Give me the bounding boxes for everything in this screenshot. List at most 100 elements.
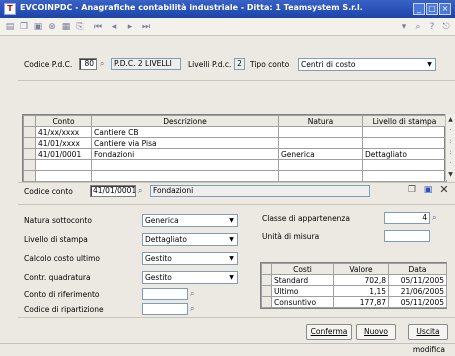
cell-livello[interactable] [362, 159, 447, 171]
column-header-natura[interactable]: Natura [278, 115, 363, 127]
codice-conto-input[interactable]: 41/01/0001 [90, 185, 136, 197]
cell-conto[interactable] [35, 170, 92, 182]
scroll-down-icon[interactable]: ▼ [446, 169, 455, 180]
cell-data[interactable]: 21/06/2005 [388, 285, 447, 297]
codice-ripartizione-input[interactable] [142, 303, 188, 315]
cell-natura[interactable]: Generica [278, 148, 363, 160]
print-icon[interactable]: ▦ [60, 21, 72, 33]
lookup-icon[interactable]: ⌕ [190, 289, 194, 299]
row-selector[interactable] [23, 170, 36, 182]
search-icon[interactable]: ⌕ [412, 21, 424, 33]
table-row[interactable]: 41/01/xxxx Cantiere via Pisa [23, 137, 447, 149]
row-selector[interactable] [23, 159, 36, 171]
cell-descrizione[interactable] [91, 159, 279, 171]
chevron-down-icon[interactable]: ▼ [227, 235, 236, 244]
tipo-conto-select[interactable]: Centri di costo ▼ [298, 58, 436, 71]
cell-valore[interactable]: 1,15 [333, 285, 389, 297]
cell-conto[interactable]: 41/01/xxxx [35, 137, 92, 149]
prev-record-icon[interactable]: ◂ [108, 21, 120, 33]
row-selector[interactable] [23, 126, 36, 138]
last-record-icon[interactable]: ⏭ [140, 21, 152, 33]
scroll-track[interactable]: : [446, 147, 455, 158]
column-header-descrizione[interactable]: Descrizione [91, 115, 279, 127]
help-icon[interactable]: ? [426, 21, 438, 33]
lookup-icon[interactable]: ⌕ [100, 59, 104, 69]
chevron-down-icon[interactable]: ▼ [227, 254, 236, 263]
codice-pdc-input[interactable]: 80 [79, 58, 97, 70]
table-row[interactable]: Ultimo 1,15 21/06/2005 [261, 285, 447, 297]
lookup-icon[interactable]: ⌕ [138, 186, 142, 196]
table-row[interactable]: 41/xx/xxxx Cantiere CB [23, 126, 447, 138]
cell-descrizione[interactable] [91, 170, 279, 182]
exit-icon[interactable]: ⎋ [440, 21, 452, 33]
row-selector [261, 296, 272, 308]
classe-appartenenza-input[interactable]: 4 [384, 212, 430, 224]
scroll-track[interactable]: · [446, 125, 455, 136]
chevron-down-icon[interactable]: ▼ [425, 60, 434, 69]
attach-icon[interactable]: ⎘ [74, 21, 86, 33]
uscita-button[interactable]: Uscita [408, 324, 448, 340]
contr-quadratura-select[interactable]: Gestito ▼ [142, 271, 238, 284]
lookup-icon[interactable]: ⌕ [432, 213, 436, 223]
delete-icon[interactable]: ⊗ [46, 21, 58, 33]
app-icon: T [4, 3, 16, 15]
nuovo-button[interactable]: Nuovo [356, 324, 396, 340]
save-record-icon[interactable]: ▣ [422, 184, 434, 196]
calcolo-costo-select[interactable]: Gestito ▼ [142, 252, 238, 265]
column-header-conto[interactable]: Conto [35, 115, 92, 127]
table-row[interactable] [23, 159, 447, 171]
cell-natura[interactable] [278, 137, 363, 149]
conferma-button[interactable]: Conferma [306, 324, 352, 340]
cell-livello[interactable] [362, 170, 447, 182]
cell-natura[interactable] [278, 159, 363, 171]
cell-natura[interactable] [278, 170, 363, 182]
cell-data[interactable]: 05/11/2005 [388, 274, 447, 286]
first-record-icon[interactable]: ⏮ [92, 21, 104, 33]
next-record-icon[interactable]: ▸ [124, 21, 136, 33]
maximize-button[interactable]: □ [426, 3, 438, 15]
cell-descrizione[interactable]: Cantiere CB [91, 126, 279, 138]
close-window-button[interactable]: × [439, 3, 451, 15]
cell-livello[interactable] [362, 126, 447, 138]
column-header-livello[interactable]: Livello di stampa [362, 115, 447, 127]
new-record-icon[interactable]: ❐ [406, 184, 418, 196]
cell-livello[interactable]: Dettagliato [362, 148, 447, 160]
delete-record-icon[interactable]: ✕ [438, 184, 450, 196]
chevron-down-icon[interactable]: ▼ [227, 273, 236, 282]
natura-sottoconto-select[interactable]: Generica ▼ [142, 214, 238, 227]
cell-livello[interactable] [362, 137, 447, 149]
scroll-track[interactable]: · [446, 158, 455, 169]
livello-stampa-value: Dettagliato [145, 235, 187, 244]
dropdown-icon[interactable]: ▾ [398, 21, 410, 33]
chevron-down-icon[interactable]: ▼ [227, 216, 236, 225]
table-row[interactable]: Standard 702,8 05/11/2005 [261, 274, 447, 286]
cell-valore[interactable]: 702,8 [333, 274, 389, 286]
unita-misura-input[interactable] [384, 230, 430, 242]
row-selector[interactable] [23, 137, 36, 149]
new-icon[interactable]: ▤ [4, 21, 16, 33]
scroll-track[interactable]: : [446, 136, 455, 147]
lookup-icon[interactable]: ⌕ [190, 304, 194, 314]
cell-conto[interactable]: 41/xx/xxxx [35, 126, 92, 138]
table-row[interactable]: 41/01/0001 Fondazioni Generica Dettaglia… [23, 148, 447, 160]
table-row[interactable] [23, 170, 447, 182]
cell-conto[interactable]: 41/01/0001 [35, 148, 92, 160]
save-icon[interactable]: ▣ [32, 21, 44, 33]
conto-riferimento-label: Conto di riferimento [24, 290, 100, 299]
table-row[interactable]: Consuntivo 177,87 05/11/2005 [261, 296, 447, 308]
cell-data[interactable]: 05/11/2005 [388, 296, 447, 308]
grid-scrollbar[interactable]: ▲ · : : · ▼ [445, 114, 455, 180]
minimize-button[interactable]: _ [413, 3, 425, 15]
row-selector[interactable] [23, 148, 36, 160]
cell-natura[interactable] [278, 126, 363, 138]
cell-descrizione[interactable]: Fondazioni [91, 148, 279, 160]
livello-stampa-select[interactable]: Dettagliato ▼ [142, 233, 238, 246]
cell-conto[interactable] [35, 159, 92, 171]
scroll-up-icon[interactable]: ▲ [446, 114, 455, 125]
cell-descrizione[interactable]: Cantiere via Pisa [91, 137, 279, 149]
cell-valore[interactable]: 177,87 [333, 296, 389, 308]
title-bar[interactable]: T EVCOINPDC - Anagrafiche contabilità in… [0, 0, 455, 18]
application-window: T EVCOINPDC - Anagrafiche contabilità in… [0, 0, 455, 356]
conto-riferimento-input[interactable] [142, 288, 188, 300]
copy-icon[interactable]: ❐ [18, 21, 30, 33]
